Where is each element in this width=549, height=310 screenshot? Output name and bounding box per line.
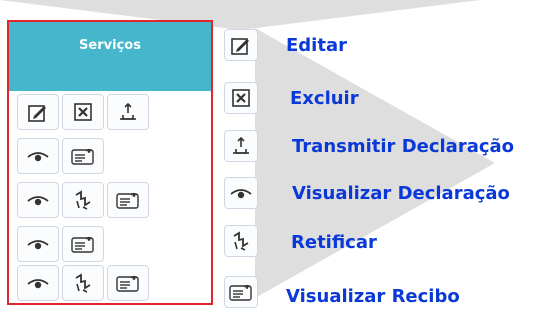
legend-edit (224, 29, 258, 61)
view-receipt-icon (71, 148, 94, 165)
legend-view-label: Visualizar Declaração (292, 183, 510, 204)
view-receipt-icon (229, 284, 252, 301)
delete-icon (74, 103, 92, 121)
legend-rectify (224, 225, 258, 257)
view-receipt-icon (71, 236, 94, 253)
legend-transmit-icon-box (224, 130, 258, 162)
view-declaration-icon (27, 240, 49, 250)
services-row-3 (17, 182, 149, 218)
legend-receipt (224, 276, 258, 308)
view-declaration-icon (27, 152, 49, 162)
legend-view (224, 177, 258, 209)
services-panel: Serviços (7, 20, 213, 305)
legend-delete-label: Excluir (290, 88, 359, 109)
view-receipt-button[interactable] (107, 182, 149, 218)
services-row-1 (17, 94, 149, 130)
legend-delete (224, 82, 258, 114)
view-receipt-icon (116, 192, 139, 209)
view-declaration-icon (230, 189, 252, 199)
legend-receipt-icon-box (224, 276, 258, 308)
services-row-5 (17, 265, 149, 301)
view-receipt-button[interactable] (62, 138, 104, 174)
services-header: Serviços (9, 22, 211, 91)
rectify-icon (233, 231, 249, 251)
delete-icon (232, 89, 250, 107)
view-declaration-button[interactable] (17, 226, 59, 262)
view-receipt-icon (116, 275, 139, 292)
transmit-button[interactable] (107, 94, 149, 130)
services-row-4 (17, 226, 104, 262)
rectify-button[interactable] (62, 182, 104, 218)
background-arrow-right (255, 28, 495, 298)
rectify-button[interactable] (62, 265, 104, 301)
transmit-icon (233, 136, 249, 154)
transmit-icon (120, 102, 136, 120)
delete-button[interactable] (62, 94, 104, 130)
legend-rectify-icon-box (224, 225, 258, 257)
view-declaration-button[interactable] (17, 138, 59, 174)
edit-button[interactable] (17, 94, 59, 130)
view-declaration-button[interactable] (17, 182, 59, 218)
legend-rectify-label: Retificar (291, 232, 377, 253)
legend-transmit-label: Transmitir Declaração (292, 136, 515, 157)
legend-delete-icon-box (224, 82, 258, 114)
edit-icon (28, 105, 46, 122)
view-declaration-icon (27, 279, 49, 289)
view-declaration-icon (27, 196, 49, 206)
view-receipt-button[interactable] (107, 265, 149, 301)
legend-view-icon-box (224, 177, 258, 209)
edit-icon (231, 38, 249, 55)
rectify-icon (75, 190, 91, 210)
services-title: Serviços (79, 38, 141, 53)
view-receipt-button[interactable] (62, 226, 104, 262)
services-row-2 (17, 138, 104, 174)
legend-edit-label: Editar (286, 35, 347, 56)
legend-transmit (224, 130, 258, 162)
legend-edit-icon-box (224, 29, 258, 61)
view-declaration-button[interactable] (17, 265, 59, 301)
rectify-icon (75, 273, 91, 293)
legend-receipt-label: Visualizar Recibo (286, 286, 460, 307)
